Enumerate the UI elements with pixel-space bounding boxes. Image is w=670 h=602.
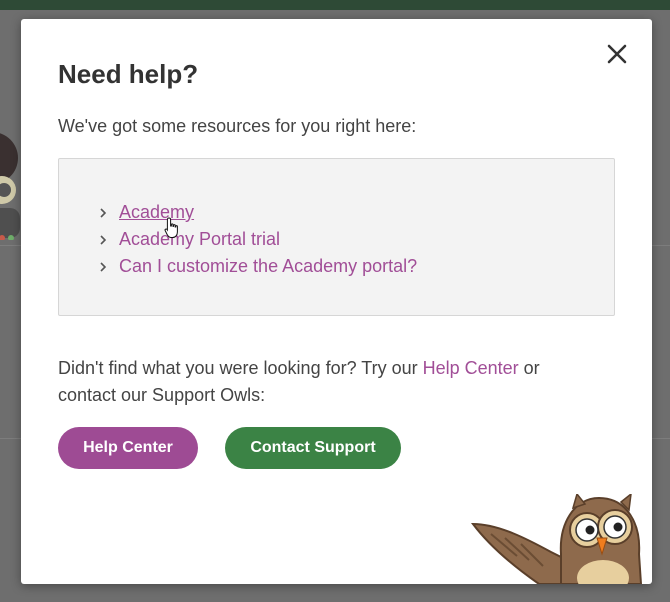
help-modal: Need help? We've got some resources for … <box>21 19 652 584</box>
help-center-link[interactable]: Help Center <box>423 358 519 378</box>
resource-link-academy[interactable]: Academy <box>119 202 194 223</box>
resource-item: Academy <box>97 199 417 226</box>
resource-item: Can I customize the Academy portal? <box>97 253 417 280</box>
modal-title: Need help? <box>58 59 199 89</box>
owl-mascot <box>470 494 643 584</box>
background-top-bar <box>0 0 670 10</box>
resource-link-academy-portal-trial[interactable]: Academy Portal trial <box>119 229 280 250</box>
contact-support-button[interactable]: Contact Support <box>225 427 401 469</box>
chevron-right-icon <box>100 207 107 218</box>
resources-list: Academy Academy Portal trial Can I custo… <box>97 199 417 280</box>
background-owl-illustration <box>0 133 20 240</box>
chevron-right-icon <box>100 261 107 272</box>
modal-intro-text: We've got some resources for you right h… <box>58 116 417 136</box>
footer-text-before: Didn't find what you were looking for? T… <box>58 358 423 378</box>
chevron-right-icon <box>100 234 107 245</box>
help-center-button[interactable]: Help Center <box>58 427 198 469</box>
footer-text: Didn't find what you were looking for? T… <box>58 355 598 409</box>
resource-link-customize-portal[interactable]: Can I customize the Academy portal? <box>119 256 417 277</box>
close-icon[interactable] <box>604 41 630 67</box>
resource-item: Academy Portal trial <box>97 226 417 253</box>
hand-cursor-icon <box>164 217 178 238</box>
resources-box: Academy Academy Portal trial Can I custo… <box>58 158 615 316</box>
